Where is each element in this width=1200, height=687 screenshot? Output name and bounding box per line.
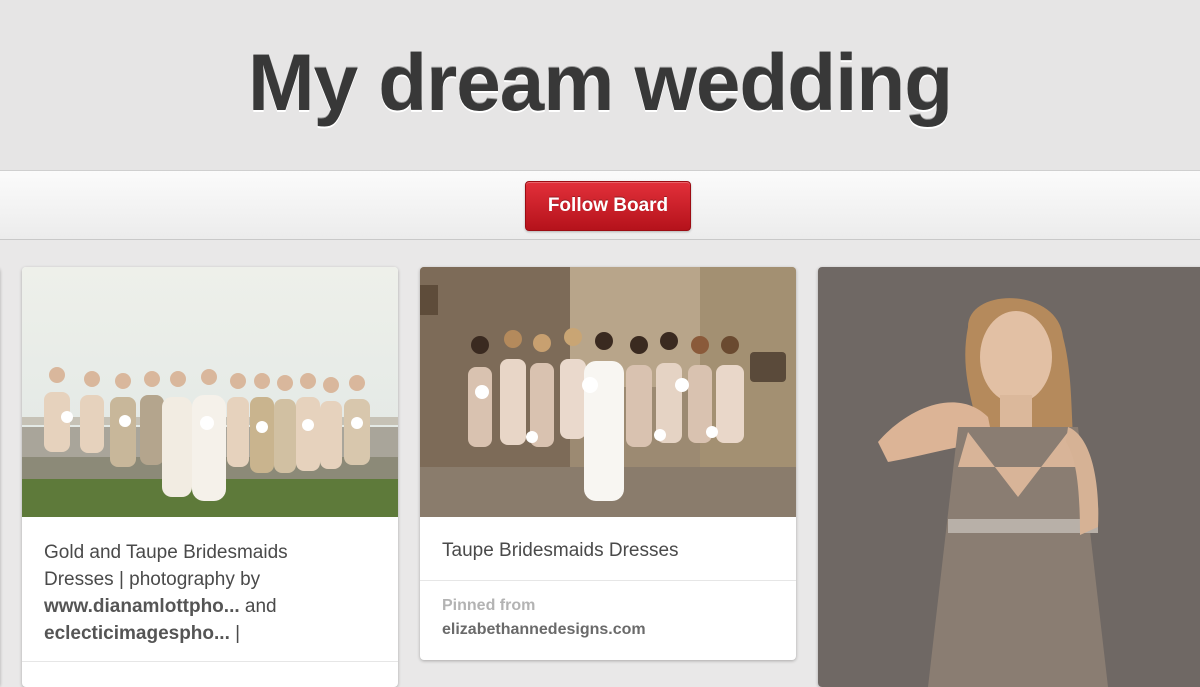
pin-description-line1: Gold and Taupe Bridesmaids bbox=[44, 542, 288, 563]
pin-description-text: | bbox=[229, 623, 241, 644]
pin-description: Gold and Taupe Bridesmaids Dresses | pho… bbox=[44, 539, 364, 647]
pin-divider bbox=[22, 661, 398, 662]
pinned-from-source-link[interactable]: elizabethannedesigns.com bbox=[442, 621, 646, 639]
pin-description-text: and bbox=[239, 596, 277, 617]
pinned-from-label: Pinned from bbox=[442, 597, 536, 614]
pin-description-link[interactable]: www.dianamlottpho... bbox=[44, 596, 240, 617]
pin-description-link[interactable]: eclecticimagespho... bbox=[44, 623, 230, 644]
follow-board-button[interactable]: Follow Board bbox=[525, 181, 691, 231]
pin-divider bbox=[420, 580, 796, 581]
pin-image[interactable] bbox=[818, 267, 1200, 687]
pin-card[interactable]: Taupe Bridesmaids Dresses Pinned from el… bbox=[420, 267, 796, 660]
pin-card[interactable] bbox=[818, 267, 1200, 687]
pin-description: Taupe Bridesmaids Dresses bbox=[442, 540, 679, 561]
pin-card[interactable]: Gold and Taupe Bridesmaids Dresses | pho… bbox=[22, 267, 398, 687]
pin-image[interactable] bbox=[22, 267, 398, 517]
pin-image[interactable] bbox=[420, 267, 796, 517]
board-header: My dream wedding bbox=[0, 0, 1200, 170]
follow-bar: Follow Board bbox=[0, 170, 1200, 240]
pin-description-line2: Dresses | photography by bbox=[44, 569, 261, 590]
board-title: My dream wedding bbox=[247, 38, 953, 127]
